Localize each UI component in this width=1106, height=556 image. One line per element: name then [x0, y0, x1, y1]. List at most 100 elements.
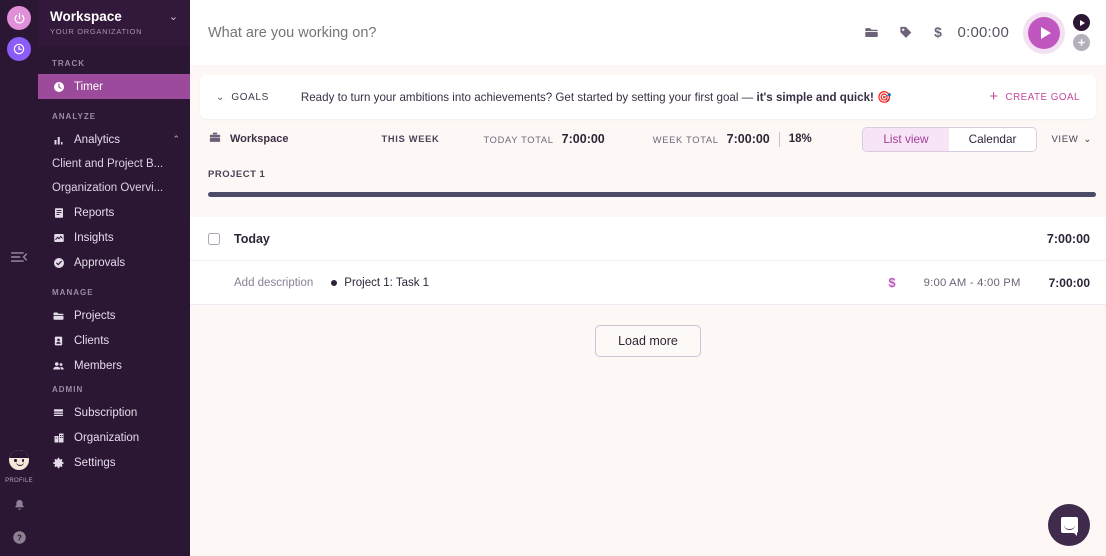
help-icon[interactable]: ?	[12, 530, 27, 550]
folder-icon	[52, 309, 65, 322]
week-total-label: WEEK TOTAL	[652, 135, 719, 145]
create-goal-label: CREATE GOAL	[1005, 91, 1080, 103]
workspace-subtitle: YOUR ORGANIZATION	[50, 27, 143, 36]
week-percent: 18%	[788, 133, 812, 145]
entry-description[interactable]: Add description	[234, 277, 313, 289]
goals-banner: ⌄ GOALS Ready to turn your ambitions int…	[200, 75, 1096, 119]
workspace-label: Workspace	[230, 133, 289, 145]
timer-mode-switch	[1073, 14, 1090, 51]
target-emoji: 🎯	[877, 91, 892, 104]
create-goal-button[interactable]: + CREATE GOAL	[989, 88, 1080, 105]
svg-text:$: $	[934, 24, 942, 40]
time-entries: Today 7:00:00 Add description Project 1:…	[190, 217, 1106, 305]
sidebar-section-admin: ADMIN	[52, 385, 84, 394]
sidebar-item-members[interactable]: Members	[38, 353, 190, 378]
main-content: $ 0:00:00 ⌄ GOALS Rea	[190, 0, 1106, 556]
sidebar-item-label: Organization	[74, 431, 140, 444]
icon-rail: PROFILE ?	[0, 0, 38, 556]
folder-icon[interactable]	[863, 25, 880, 40]
sidebar-item-label: Timer	[74, 80, 103, 93]
sidebar-item-clients[interactable]: Clients	[38, 328, 190, 353]
sidebar-item-approvals[interactable]: Approvals	[38, 250, 190, 275]
chevron-up-icon[interactable]: ⌃	[172, 134, 180, 145]
sidebar-item-insights[interactable]: Insights	[38, 225, 190, 250]
sidebar-section-track: TRACK	[52, 59, 85, 68]
manual-mode-plus-circle-icon[interactable]	[1073, 34, 1090, 51]
report-icon	[52, 206, 65, 219]
goals-message: Ready to turn your ambitions into achiev…	[301, 90, 892, 104]
timer-mode-play-icon[interactable]	[1073, 14, 1090, 31]
sidebar-item-label: Settings	[74, 456, 116, 469]
sidebar: Workspace YOUR ORGANIZATION ⌄ TRACK Time…	[38, 0, 190, 556]
today-total: TODAY TOTAL 7:00:00	[483, 132, 604, 146]
table-row[interactable]: Add description Project 1: Task 1 $ 9:00…	[190, 261, 1106, 305]
avatar[interactable]	[8, 449, 30, 471]
entry-time-range[interactable]: 9:00 AM - 4:00 PM	[924, 277, 1021, 289]
profile-label: PROFILE	[5, 478, 33, 484]
sidebar-section-analyze: ANALYZE	[52, 112, 97, 121]
project-summary: PROJECT 1	[190, 159, 1106, 197]
entry-duration[interactable]: 7:00:00	[1049, 276, 1090, 290]
chevron-down-icon: ⌄	[1083, 133, 1092, 145]
sidebar-item-projects[interactable]: Projects	[38, 303, 190, 328]
rail-bottom-group: PROFILE ?	[0, 449, 38, 550]
workspace-title: Workspace	[50, 9, 122, 24]
goals-message-plain: Ready to turn your ambitions into achiev…	[300, 91, 757, 104]
sidebar-subitem-organization-overview[interactable]: Organization Overvi...	[38, 176, 190, 200]
week-total-value: 7:00:00	[726, 132, 770, 146]
sidebar-subitem-client-project[interactable]: Client and Project B...	[38, 152, 190, 176]
tag-icon[interactable]	[898, 25, 914, 40]
view-menu-label: VIEW	[1051, 133, 1079, 145]
day-label: Today	[234, 231, 270, 246]
workspace-filter[interactable]: Workspace	[208, 131, 289, 147]
sidebar-item-subscription[interactable]: Subscription	[38, 400, 190, 425]
sidebar-item-analytics[interactable]: Analytics ⌃	[38, 127, 190, 152]
plus-icon: +	[989, 88, 999, 105]
sidebar-item-timer[interactable]: Timer	[38, 74, 190, 99]
chevron-down-icon[interactable]: ⌄	[216, 92, 224, 103]
timer-description-input[interactable]	[208, 24, 863, 41]
clock-icon[interactable]	[7, 37, 31, 61]
dollar-icon[interactable]: $	[888, 275, 895, 290]
sidebar-item-settings[interactable]: Settings	[38, 450, 190, 475]
sidebar-item-reports[interactable]: Reports	[38, 200, 190, 225]
workspace-switcher[interactable]: Workspace YOUR ORGANIZATION ⌄	[38, 0, 190, 46]
clock-icon	[52, 80, 65, 93]
sidebar-item-label: Insights	[74, 231, 114, 244]
load-more-wrap: Load more	[190, 305, 1106, 357]
period-label: THIS WEEK	[381, 134, 440, 144]
entry-right-group: $ 9:00 AM - 4:00 PM 7:00:00	[888, 275, 1090, 290]
sidebar-item-label: Approvals	[74, 256, 126, 269]
gear-icon	[52, 456, 65, 469]
start-timer-button[interactable]	[1023, 11, 1065, 54]
power-icon[interactable]	[7, 6, 31, 30]
sidebar-item-label: Projects	[74, 309, 116, 322]
entry-project-label: Project 1: Task 1	[344, 276, 430, 289]
tab-calendar[interactable]: Calendar	[948, 127, 1037, 151]
dollar-icon[interactable]: $	[932, 24, 944, 41]
divider	[778, 131, 780, 147]
check-circle-icon	[52, 256, 65, 269]
sidebar-section-manage: MANAGE	[52, 288, 94, 297]
view-toggle: List view Calendar	[862, 126, 1038, 152]
chat-bubble-icon[interactable]	[1048, 504, 1090, 546]
insights-icon	[52, 231, 65, 244]
sidebar-item-organization[interactable]: Organization	[38, 425, 190, 450]
tab-list-view[interactable]: List view	[863, 127, 949, 151]
sidebar-item-label: Analytics	[74, 133, 121, 146]
briefcase-icon	[208, 131, 222, 147]
select-all-checkbox[interactable]	[208, 232, 220, 245]
timer-display: 0:00:00	[957, 24, 1009, 41]
timer-actions: $	[863, 24, 944, 41]
day-total: 7:00:00	[1046, 231, 1090, 246]
contact-card-icon	[52, 334, 65, 347]
sidebar-item-label: Subscription	[74, 406, 138, 419]
bell-icon[interactable]	[12, 498, 27, 518]
view-options-menu[interactable]: VIEW ⌄	[1051, 134, 1092, 145]
stats-bar: Workspace THIS WEEK TODAY TOTAL 7:00:00 …	[190, 119, 1106, 159]
building-icon	[52, 431, 65, 444]
entry-project[interactable]: Project 1: Task 1	[331, 277, 429, 289]
load-more-button[interactable]: Load more	[595, 325, 701, 357]
chevron-down-icon[interactable]: ⌄	[169, 10, 178, 23]
collapse-sidebar-icon[interactable]	[6, 247, 32, 267]
